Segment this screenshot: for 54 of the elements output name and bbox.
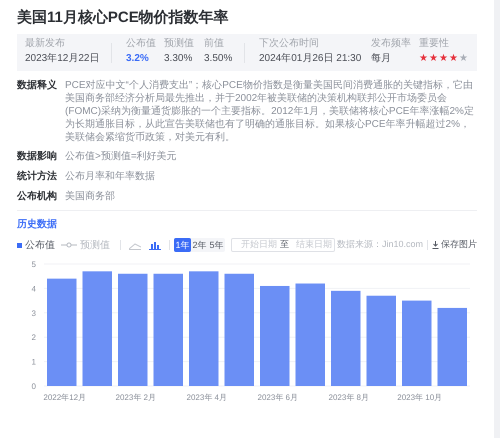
summary-label: 发布频率 (371, 39, 412, 49)
page-title: 美国11月核心PCE物价指数年率 (17, 8, 230, 28)
star-icon: ★ (439, 54, 448, 64)
detail-label: 统计方法 (17, 170, 58, 184)
range-tab[interactable]: 2年 (191, 238, 208, 252)
detail-label: 数据影响 (17, 150, 58, 164)
section-title: 历史数据 (17, 218, 58, 232)
save-image-button[interactable]: 保存图片 (432, 238, 477, 252)
axis-label: 2 (32, 333, 36, 342)
detail-label: 数据释义 (17, 79, 58, 93)
summary-label: 下次公布时间 (259, 39, 320, 49)
square-icon (17, 242, 22, 248)
bar-chart-icon[interactable] (149, 240, 161, 250)
axis-label: 2022年12月 (43, 393, 86, 402)
start-date-input[interactable]: 开始日期 (241, 238, 277, 252)
axis-label: 0 (32, 382, 36, 391)
summary-label: 最新发布 (25, 39, 66, 49)
axis-label: 2023年 8月 (328, 393, 369, 402)
line-marker-icon (61, 242, 77, 248)
summary-label: 前值 (204, 39, 225, 49)
summary-value: 每月 (371, 52, 392, 66)
star-icon: ★ (449, 54, 458, 64)
detail-text: PCE对应中文“个人消费支出”；核心PCE物价指数是衡量美国民间消费通胀的关键指标，它由美国商务部经济分析局最先推出，并于2002年被美联储的决策机构联邦公开市场委员会(FOMC)采纳为衡量通货膨胀的一个主要指标。2012年1月，美联储将核心PCE年率涨幅2%定为长期通胀目标，从此宣告美联储也有了明确的通胀目标。如果核心PCE年率升幅超过2%，美联储会紧缩货币政策，对美元有利。 (65, 79, 475, 144)
legend-item[interactable]: 公布值 (17, 238, 55, 252)
download-icon (432, 241, 439, 249)
summary-label: 公布值 (126, 39, 157, 49)
separator-text: 至 (280, 238, 289, 252)
axis-label: 2023年 6月 (258, 393, 298, 402)
star-icon: ★ (419, 54, 428, 64)
detail-text: 公布值>预测值=利好美元 (65, 150, 177, 164)
axis-label: 4 (32, 284, 36, 294)
summary-label: 重要性 (419, 39, 450, 49)
axis-label: 5 (32, 260, 36, 269)
axis-label: 2023年 10月 (397, 393, 442, 402)
detail-text: 公布月率和年率数据 (65, 170, 155, 184)
summary-value: 3.30% (164, 52, 194, 66)
summary-value: 2024年01月26日 21:30 (259, 52, 362, 66)
data-source-text: 数据来源：Jin10.com (336, 238, 423, 252)
detail-text: 美国商务部 (65, 190, 115, 204)
axis-label: 2023年 4月 (186, 393, 227, 402)
date-range-field[interactable]: 开始日期 至 结束日期 (231, 238, 335, 252)
star-icon: ★ (459, 54, 468, 64)
axis-label: 2023年 2月 (116, 393, 156, 402)
summary-value: 3.2% (126, 52, 150, 66)
range-tab[interactable]: 5年 (208, 238, 225, 252)
star-icon: ★ (429, 54, 438, 64)
end-date-input[interactable]: 结束日期 (296, 238, 332, 252)
summary-value: 2023年12月22日 (25, 52, 100, 66)
summary-value: 3.50% (204, 52, 234, 66)
axis-label: 1 (32, 358, 36, 367)
summary-label: 预测值 (164, 39, 195, 49)
detail-label: 公布机构 (17, 190, 58, 204)
range-tab[interactable]: 1年 (174, 238, 191, 252)
axis-label: 3 (32, 308, 36, 318)
